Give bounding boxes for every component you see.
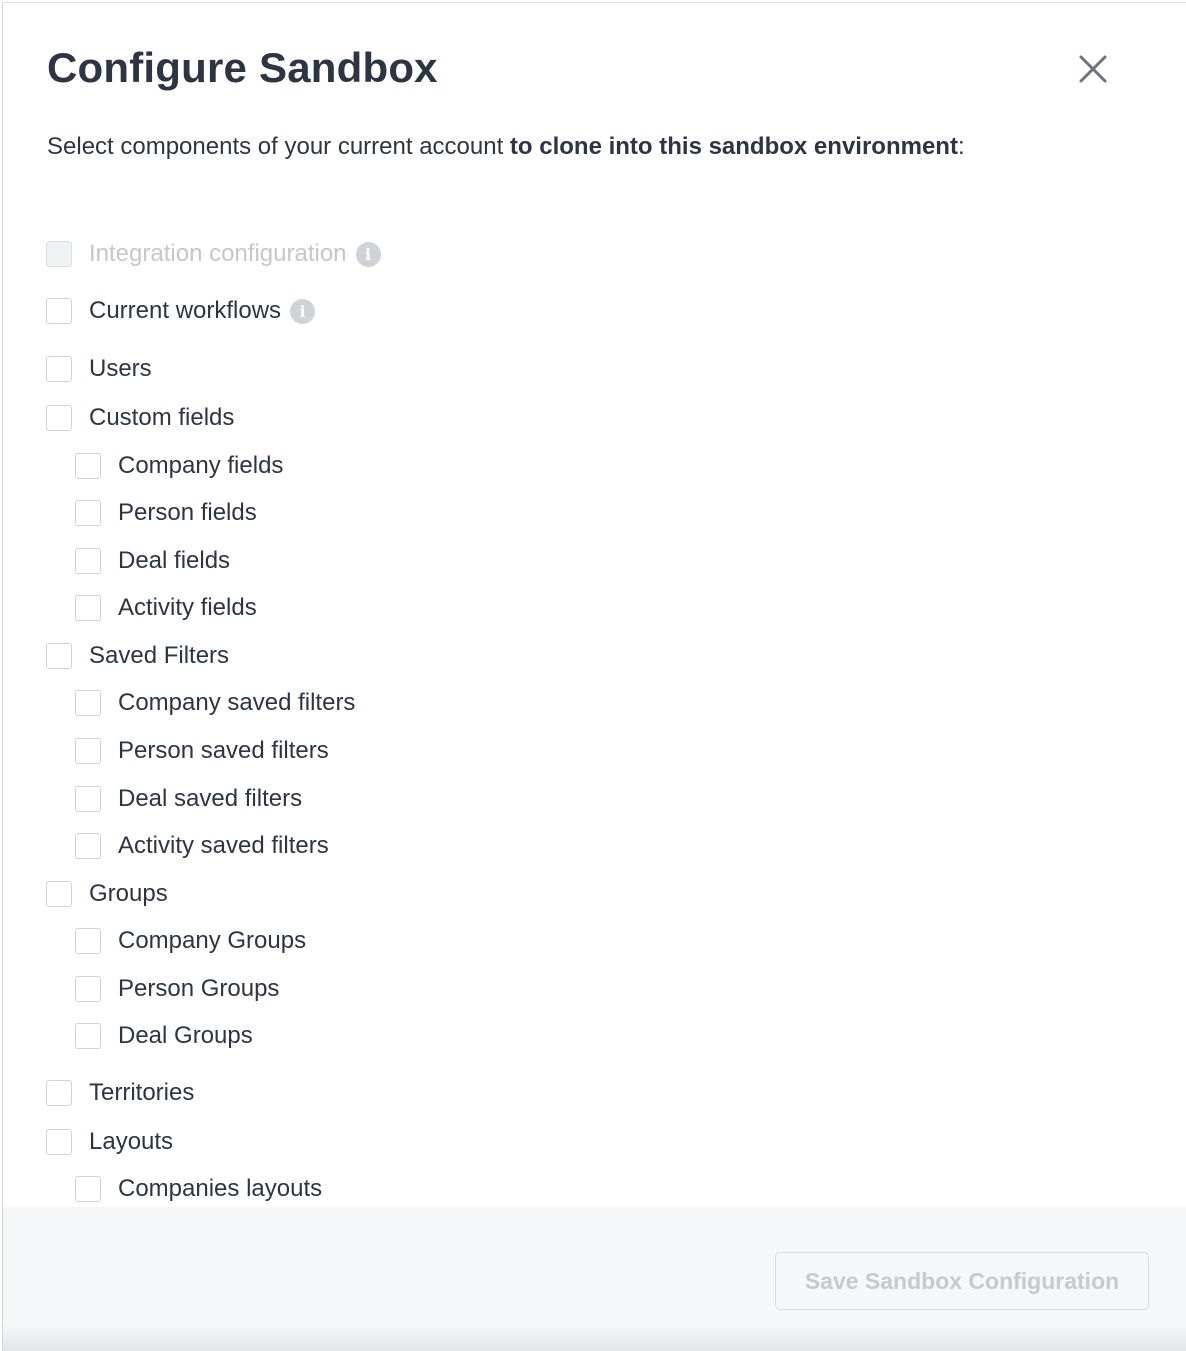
option-row[interactable]: Company Groups — [32, 923, 306, 959]
close-icon — [1079, 55, 1107, 83]
option-row: Integration configuration i — [3, 236, 381, 272]
option-row[interactable]: Person fields — [32, 495, 257, 531]
option-checkbox[interactable] — [75, 786, 101, 812]
option-label: Person fields — [118, 499, 257, 526]
configure-sandbox-modal: Configure Sandbox Select components of y… — [2, 2, 1186, 1351]
modal-title: Configure Sandbox — [47, 44, 438, 91]
option-label: Person Groups — [118, 975, 280, 1002]
option-checkbox[interactable] — [46, 881, 72, 907]
option-checkbox[interactable] — [75, 500, 101, 526]
option-row[interactable]: Territories — [3, 1075, 194, 1111]
option-row[interactable]: Person Groups — [32, 971, 279, 1007]
option-checkbox[interactable] — [75, 928, 101, 954]
modal-description: Select components of your current accoun… — [47, 129, 965, 165]
description-emphasis: to clone into this sandbox environment — [509, 133, 958, 160]
close-button[interactable] — [1073, 49, 1113, 89]
option-label: Current workflows — [89, 297, 282, 324]
option-label: Companies layouts — [118, 1175, 323, 1202]
option-label: Groups — [89, 880, 168, 907]
footer-shadow — [3, 1325, 1186, 1351]
option-row[interactable]: Layouts — [3, 1124, 173, 1160]
option-checkbox[interactable] — [46, 405, 72, 431]
option-label: Company Groups — [118, 927, 307, 954]
save-sandbox-configuration-button[interactable]: Save Sandbox Configuration — [775, 1252, 1149, 1310]
description-text: Select components of your current accoun… — [47, 133, 510, 160]
option-row[interactable]: Groups — [3, 876, 168, 912]
options-list: Integration configuration i Current workfl… — [3, 203, 1186, 1207]
option-row[interactable]: Deal saved filters — [32, 781, 302, 817]
option-checkbox[interactable] — [75, 833, 101, 859]
option-checkbox[interactable] — [75, 1176, 101, 1202]
option-checkbox[interactable] — [75, 453, 101, 479]
option-checkbox[interactable] — [75, 548, 101, 574]
option-checkbox[interactable] — [75, 595, 101, 621]
option-label: Layouts — [89, 1128, 174, 1155]
option-checkbox[interactable] — [46, 298, 72, 324]
modal-header: Configure Sandbox — [47, 39, 1147, 99]
option-row[interactable]: Activity saved filters — [32, 828, 329, 864]
option-label: Saved Filters — [89, 642, 230, 669]
option-row[interactable]: Company fields — [32, 448, 283, 484]
option-label: Custom fields — [89, 404, 235, 431]
info-icon[interactable]: i — [355, 241, 381, 267]
option-row[interactable]: Deal Groups — [32, 1018, 253, 1054]
description-suffix: : — [957, 133, 965, 160]
option-label: Company fields — [118, 452, 284, 479]
option-checkbox[interactable] — [75, 976, 101, 1002]
option-checkbox[interactable] — [75, 1023, 101, 1049]
option-checkbox[interactable] — [46, 356, 72, 382]
option-label: Company saved filters — [118, 689, 356, 716]
option-checkbox — [46, 241, 72, 267]
option-label: Deal fields — [118, 547, 231, 574]
option-checkbox[interactable] — [46, 1080, 72, 1106]
option-row[interactable]: Custom fields — [3, 400, 234, 436]
option-row[interactable]: Activity fields — [32, 590, 257, 626]
option-row[interactable]: Companies layouts — [32, 1171, 322, 1207]
option-row[interactable]: Person saved filters — [32, 733, 329, 769]
option-label: Territories — [89, 1079, 195, 1106]
option-checkbox[interactable] — [75, 738, 101, 764]
option-label: Activity fields — [118, 594, 257, 621]
option-checkbox[interactable] — [46, 643, 72, 669]
option-row[interactable]: Users — [3, 351, 152, 387]
option-row[interactable]: Company saved filters — [32, 685, 355, 721]
info-icon[interactable]: i — [290, 298, 316, 324]
option-label: Users — [89, 355, 152, 382]
option-label: Person saved filters — [118, 737, 329, 764]
option-row[interactable]: Saved Filters — [3, 638, 229, 674]
option-label: Integration configuration — [89, 240, 347, 267]
option-checkbox[interactable] — [75, 690, 101, 716]
option-label: Deal Groups — [118, 1022, 253, 1049]
option-row[interactable]: Deal fields — [32, 543, 230, 579]
modal-footer: Save Sandbox Configuration — [3, 1207, 1186, 1351]
option-row[interactable]: Current workflows i — [3, 293, 316, 329]
option-label: Activity saved filters — [118, 832, 329, 859]
option-checkbox[interactable] — [46, 1129, 72, 1155]
option-label: Deal saved filters — [118, 785, 303, 812]
